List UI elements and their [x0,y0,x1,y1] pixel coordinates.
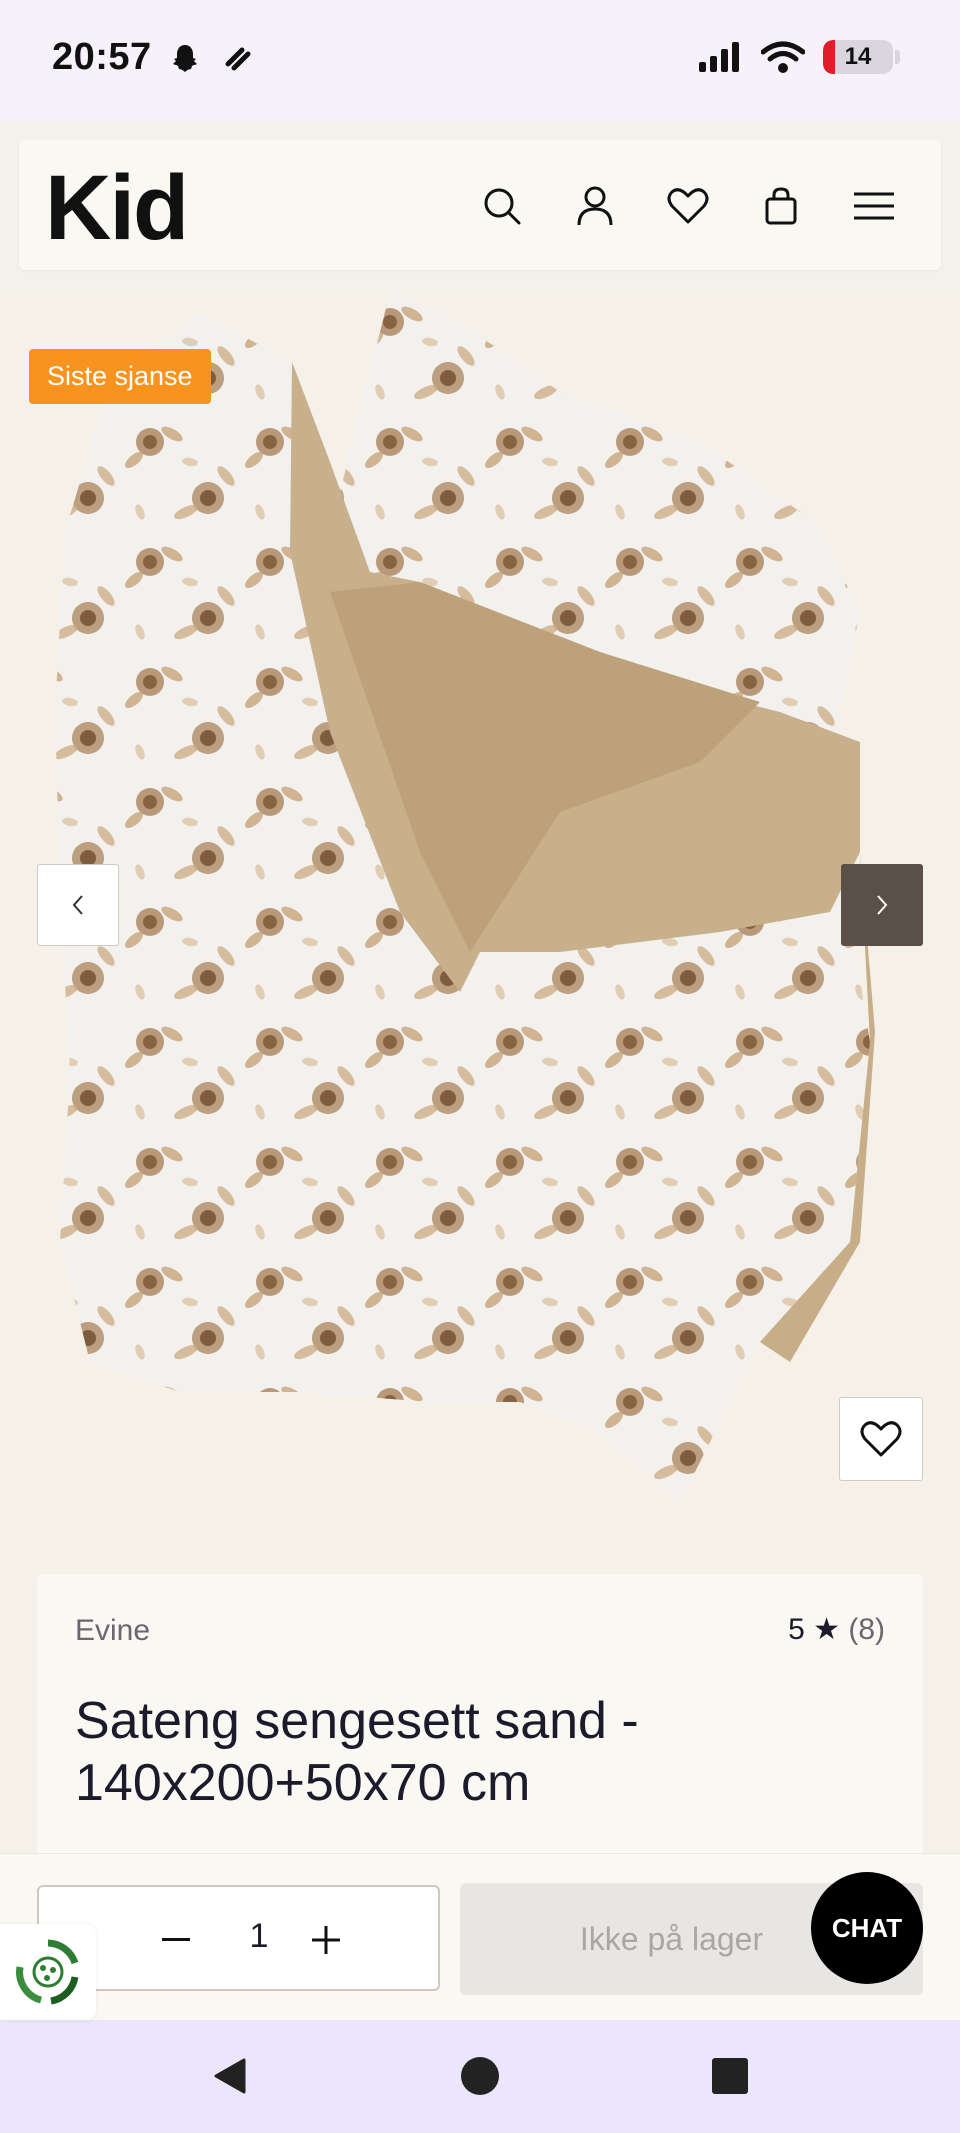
account-icon[interactable] [567,178,623,234]
snapchat-icon [173,45,197,72]
home-icon[interactable] [460,2056,500,2096]
rating-count: (8) [848,1613,885,1646]
status-bar: 20:57 14 [0,0,960,120]
status-time: 20:57 [52,36,152,78]
header-bar: Kid [19,140,941,270]
logo[interactable]: Kid [45,156,189,261]
product-brand[interactable]: Evine [75,1614,150,1648]
battery-level: 14 [844,43,872,70]
product-image [55,292,875,1502]
product-rating[interactable]: 5 ★ (8) [788,1612,885,1647]
chat-button[interactable]: CHAT [811,1872,923,1984]
back-icon[interactable] [210,2056,250,2096]
product-gallery[interactable]: Siste sjanse [0,292,960,1542]
quantity-value[interactable]: 1 [229,1917,289,1956]
gallery-prev-button[interactable] [37,864,119,946]
quantity-increase-button[interactable] [299,1913,353,1967]
tinder-icon [225,47,251,71]
plus-icon [312,1926,340,1954]
heart-icon [860,1421,902,1457]
search-icon[interactable] [474,178,530,234]
recycle-icon [16,1939,79,2005]
battery-icon: 14 [823,40,893,74]
chevron-left-icon [72,895,83,915]
menu-icon[interactable] [846,178,902,234]
product-info-card: Evine 5 ★ (8) Sateng sengesett sand - 14… [37,1574,923,1874]
signal-icon [699,42,739,72]
minus-icon [162,1938,190,1941]
quantity-decrease-button[interactable] [149,1913,203,1967]
heart-icon[interactable] [660,178,716,234]
product-title: Sateng sengesett sand - 140x200+50x70 cm [75,1692,639,1812]
rating-value: 5 ★ [788,1613,840,1646]
recycle-badge[interactable] [0,1924,96,2020]
recents-icon[interactable] [710,2056,750,2096]
quantity-stepper: 1 [37,1885,440,1991]
gallery-next-button[interactable] [841,864,923,946]
wifi-icon [761,41,805,73]
bag-icon[interactable] [753,178,809,234]
add-to-wishlist-button[interactable] [839,1397,923,1481]
site-header: Kid [0,120,960,292]
system-navigation-bar [0,2020,960,2133]
last-chance-badge: Siste sjanse [29,349,211,404]
chevron-right-icon [877,895,888,915]
